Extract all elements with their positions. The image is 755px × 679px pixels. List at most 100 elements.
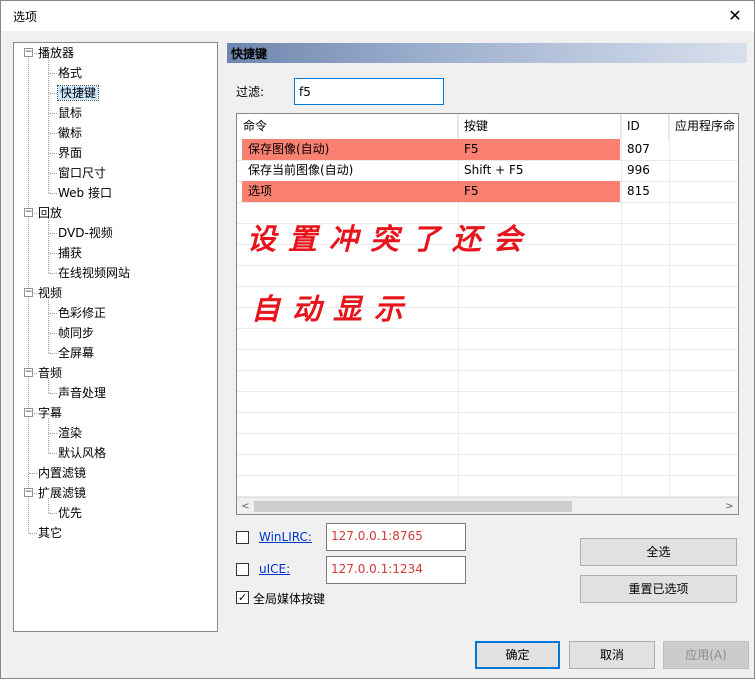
tree-item[interactable]: 色彩修正: [58, 303, 106, 323]
tree-item-label: 音频: [38, 366, 63, 380]
cell-key: F5: [458, 139, 620, 160]
tree-item-label: 全屏幕: [58, 346, 95, 360]
tree-item-label: 快捷键: [56, 85, 100, 101]
winlirc-checkbox[interactable]: [236, 531, 249, 544]
select-all-button[interactable]: 全选: [580, 538, 737, 566]
tree-item-label: 其它: [38, 526, 63, 540]
cell-id: 996: [627, 163, 650, 177]
global-media-keys-checkbox[interactable]: ✓: [236, 591, 249, 604]
tree-collapse-icon[interactable]: −: [24, 48, 33, 57]
options-tree[interactable]: − 播放器 格式 快捷键 鼠标 徽标 界面 窗口尺寸 Web 接口 − 回放 DVD-视频 捕获 在线视频…: [13, 42, 218, 632]
tree-item[interactable]: 在线视频网站: [58, 263, 130, 283]
tree-collapse-icon[interactable]: −: [24, 488, 33, 497]
uice-checkbox[interactable]: [236, 563, 249, 576]
tree-item-label: Web 接口: [58, 186, 112, 200]
tree-item[interactable]: 其它: [38, 523, 62, 543]
reset-selected-button[interactable]: 重置已选项: [580, 575, 737, 603]
tree-item-label: DVD-视频: [58, 226, 113, 240]
filter-label: 过滤:: [236, 85, 265, 99]
cell-app: [669, 160, 738, 181]
tree-item[interactable]: 捕获: [58, 243, 82, 263]
tree-item[interactable]: 字幕: [38, 403, 62, 423]
tree-item-label: 鼠标: [58, 106, 83, 120]
tree-item[interactable]: 内置滤镜: [38, 463, 86, 483]
tree-item-label: 捕获: [58, 246, 83, 260]
panel-header: 快捷键: [227, 43, 747, 63]
global-media-keys-label: 全局媒体按键: [253, 592, 326, 606]
tree-collapse-icon[interactable]: −: [24, 368, 33, 377]
tree-item[interactable]: 扩展滤镜: [38, 483, 86, 503]
tree-item[interactable]: 默认风格: [58, 443, 106, 463]
tree-item[interactable]: 窗口尺寸: [58, 163, 106, 183]
tree-item[interactable]: 徽标: [58, 123, 82, 143]
winlirc-address-field[interactable]: 127.0.0.1:8765: [326, 523, 466, 551]
winlirc-link[interactable]: WinLIRC:: [259, 530, 312, 544]
cell-app: [669, 139, 738, 160]
tree-item[interactable]: 格式: [58, 63, 82, 83]
scroll-left-icon[interactable]: <: [239, 500, 252, 513]
scroll-thumb[interactable]: [254, 501, 572, 512]
tree-item-label: 扩展滤镜: [38, 486, 87, 500]
cell-command: 保存图像(自动): [242, 139, 458, 160]
annotation-line-2: 自动显示: [251, 292, 416, 326]
tree-item[interactable]: 鼠标: [58, 103, 82, 123]
cancel-button[interactable]: 取消: [569, 641, 655, 669]
tree-item[interactable]: 全屏幕: [58, 343, 94, 363]
tree-item[interactable]: Web 接口: [58, 183, 112, 203]
title-bar[interactable]: 选项 ✕: [1, 1, 754, 31]
horizontal-scrollbar[interactable]: < >: [237, 497, 738, 514]
uice-address-field[interactable]: 127.0.0.1:1234: [326, 556, 466, 584]
tree-item-label: 色彩修正: [58, 306, 107, 320]
tree-item[interactable]: DVD-视频: [58, 223, 113, 243]
scroll-right-icon[interactable]: >: [723, 500, 736, 513]
table-row[interactable]: 选项 F5 815: [237, 181, 738, 202]
column-header-id[interactable]: ID: [621, 114, 669, 139]
column-header-command[interactable]: 命令: [237, 114, 458, 139]
tree-item-label: 播放器: [38, 46, 75, 60]
options-dialog: 选项 ✕ − 播放器 格式 快捷键 鼠标 徽标 界面 窗口尺寸 Web 接口 − 回放 DVD-视频捕…: [0, 0, 755, 679]
tree-item-label: 回放: [38, 206, 63, 220]
tree-item-label: 渲染: [58, 426, 83, 440]
tree-item-label: 内置滤镜: [38, 466, 87, 480]
tree-item[interactable]: 回放: [38, 203, 62, 223]
tree-item-label: 界面: [58, 146, 83, 160]
tree-item[interactable]: 界面: [58, 143, 82, 163]
tree-item-label: 窗口尺寸: [58, 166, 107, 180]
uice-link[interactable]: uICE:: [259, 562, 290, 576]
tree-item-label: 格式: [58, 66, 83, 80]
tree-item-label: 徽标: [58, 126, 83, 140]
column-header-key[interactable]: 按键: [458, 114, 621, 139]
cell-key: F5: [458, 181, 620, 202]
tree-collapse-icon[interactable]: −: [24, 408, 33, 417]
column-header-app-command[interactable]: 应用程序命: [669, 114, 738, 139]
tree-item-label: 帧同步: [58, 326, 95, 340]
tree-item[interactable]: 优先: [58, 503, 82, 523]
tree-item-label: 默认风格: [58, 446, 107, 460]
cell-id: 807: [627, 142, 650, 156]
tree-item[interactable]: 声音处理: [58, 383, 106, 403]
cell-command: 选项: [242, 181, 458, 202]
annotation-line-1: 设置冲突了还会: [247, 222, 535, 256]
ok-button[interactable]: 确定: [475, 641, 560, 669]
tree-collapse-icon[interactable]: −: [24, 288, 33, 297]
table-row[interactable]: 保存当前图像(自动) Shift + F5 996: [237, 160, 738, 181]
tree-item[interactable]: 播放器: [38, 43, 74, 63]
tree-item[interactable]: 音频: [38, 363, 62, 383]
tree-item-label: 声音处理: [58, 386, 107, 400]
filter-input[interactable]: [294, 78, 444, 105]
window-title: 选项: [13, 10, 38, 24]
apply-button[interactable]: 应用(A): [663, 641, 749, 669]
tree-item-label: 视频: [38, 286, 63, 300]
cell-key: Shift + F5: [464, 163, 524, 177]
tree-item[interactable]: 渲染: [58, 423, 82, 443]
tree-item[interactable]: 视频: [38, 283, 62, 303]
tree-item[interactable]: 快捷键: [56, 83, 100, 103]
tree-item-label: 在线视频网站: [58, 266, 131, 280]
cell-command: 保存当前图像(自动): [248, 163, 354, 177]
close-icon[interactable]: ✕: [724, 5, 746, 27]
tree-item-label: 字幕: [38, 406, 63, 420]
cell-id: 815: [627, 184, 650, 198]
tree-item[interactable]: 帧同步: [58, 323, 94, 343]
tree-collapse-icon[interactable]: −: [24, 208, 33, 217]
table-row[interactable]: 保存图像(自动) F5 807: [237, 139, 738, 160]
